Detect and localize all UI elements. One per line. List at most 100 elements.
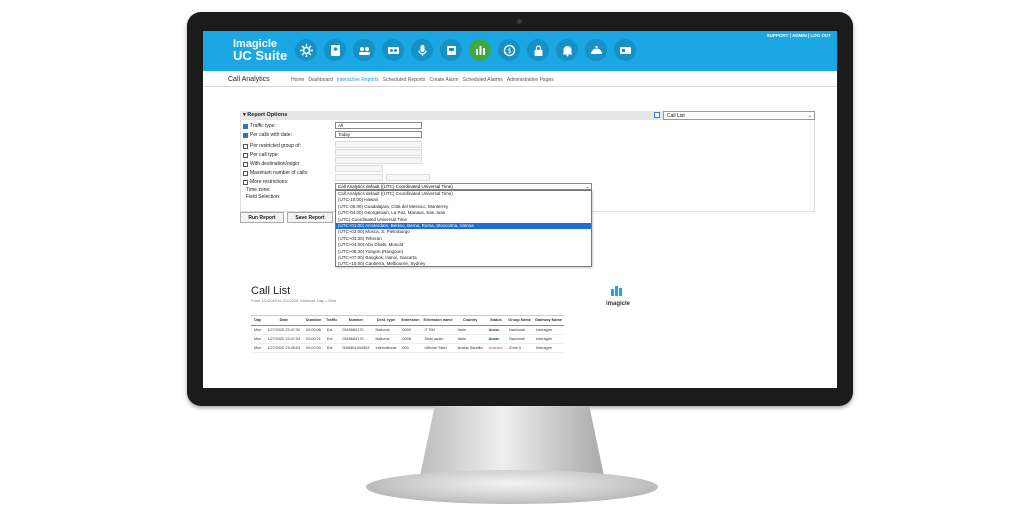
per-calls-label: Per calls with date: bbox=[250, 132, 292, 138]
call-type-checkbox[interactable] bbox=[243, 152, 248, 158]
brand-logo[interactable]: Imagicle UC Suite bbox=[233, 38, 287, 62]
table-cell: Ext. bbox=[323, 343, 340, 353]
nav-item-home[interactable]: Home bbox=[291, 77, 304, 83]
table-cell: 0088811494963 bbox=[339, 343, 373, 353]
nav-item-dashboard[interactable]: Dashboard bbox=[308, 77, 332, 83]
destination-label: With destination/origin: bbox=[250, 161, 301, 167]
nav-divider bbox=[203, 86, 837, 87]
svg-text:$: $ bbox=[507, 47, 511, 55]
fax-icon[interactable] bbox=[440, 39, 462, 61]
call-type-option[interactable]: Per call type: bbox=[243, 152, 279, 158]
table-cell: Mon bbox=[251, 334, 265, 344]
imagicle-logo: imagicle bbox=[603, 283, 633, 307]
contacts-icon[interactable] bbox=[324, 39, 346, 61]
max-calls-field-2 bbox=[386, 174, 430, 181]
table-cell: Unansw. bbox=[485, 343, 507, 353]
nav-item-interactive-reports[interactable]: Interactive Reports bbox=[337, 77, 379, 83]
nav-item-administrative-pages[interactable]: Administrative Pages bbox=[507, 77, 554, 83]
app-header: Imagicle UC Suite $ SUPPORT | ADMIN | LO… bbox=[203, 31, 837, 71]
table-cell: Mon bbox=[251, 343, 265, 353]
destination-option[interactable]: With destination/origin: bbox=[243, 161, 301, 167]
main-nav: Home Dashboard Interactive Reports Schedule… bbox=[291, 77, 554, 83]
column-header[interactable]: Dest. type bbox=[372, 315, 400, 326]
table-cell: National bbox=[372, 325, 400, 335]
traffic-type-checkbox[interactable] bbox=[243, 123, 248, 129]
voice-icon[interactable] bbox=[411, 39, 433, 61]
analytics-icon[interactable] bbox=[469, 39, 491, 61]
column-header[interactable]: Gateway Name bbox=[532, 315, 564, 326]
gear-icon[interactable] bbox=[295, 39, 317, 61]
table-cell: 0345684175 bbox=[339, 334, 373, 344]
billing-icon[interactable]: $ bbox=[498, 39, 520, 61]
attendant-icon[interactable] bbox=[353, 39, 375, 61]
lock-icon[interactable] bbox=[527, 39, 549, 61]
column-header[interactable]: Status bbox=[485, 315, 507, 326]
table-cell: Italia bbox=[454, 325, 486, 335]
save-report-button[interactable]: Save Report bbox=[287, 212, 333, 223]
restricted-group-checkbox[interactable] bbox=[243, 143, 248, 149]
table-cell: 00:00:00 bbox=[303, 343, 324, 353]
per-calls-option[interactable]: Per calls with date: bbox=[243, 132, 292, 138]
column-header[interactable]: Day bbox=[251, 315, 265, 326]
report-type-select[interactable]: Call List ⌄ bbox=[663, 111, 815, 120]
nav-item-scheduled-reports[interactable]: Scheduled Reports bbox=[383, 77, 426, 83]
table-cell: Interagire bbox=[532, 325, 564, 335]
more-restrictions-checkbox[interactable] bbox=[243, 179, 248, 185]
queue-icon[interactable] bbox=[585, 39, 607, 61]
table-cell: 1/27/2020 23:47:30 bbox=[264, 325, 304, 335]
call-list-table: Day Date Duration Traffic Number Dest. type Ex… bbox=[251, 315, 564, 353]
more-restrictions-option[interactable]: More restrictions: bbox=[243, 179, 288, 185]
per-calls-select[interactable]: Today bbox=[335, 131, 422, 138]
column-header[interactable]: Extension name bbox=[421, 315, 455, 326]
traffic-type-option[interactable]: Traffic type: bbox=[243, 123, 276, 129]
traffic-type-select[interactable]: All bbox=[335, 122, 422, 129]
table-cell: 0345684175 bbox=[339, 325, 373, 335]
restricted-group-field bbox=[335, 141, 422, 148]
report-select-checkbox[interactable] bbox=[654, 112, 660, 118]
column-header[interactable]: Number bbox=[339, 315, 373, 326]
nav-item-create-alarm[interactable]: Create Alarm bbox=[429, 77, 458, 83]
bell-icon[interactable] bbox=[556, 39, 578, 61]
destination-checkbox[interactable] bbox=[243, 161, 248, 167]
column-header[interactable]: Date bbox=[264, 315, 304, 326]
table-cell: Nazionali bbox=[506, 334, 533, 344]
messaging-icon[interactable] bbox=[614, 39, 636, 61]
table-cell: 1/27/2020 23:47:04 bbox=[264, 334, 304, 344]
restricted-group-option[interactable]: Per restricted group of: bbox=[243, 143, 301, 149]
field-selection-label: Field Selection: bbox=[246, 194, 281, 200]
header-links[interactable]: SUPPORT | ADMIN | LOG OUT bbox=[767, 33, 831, 38]
imagicle-logo-text: imagicle bbox=[605, 301, 630, 307]
column-header[interactable]: Duration bbox=[303, 315, 324, 326]
recording-icon[interactable] bbox=[382, 39, 404, 61]
table-cell: Answ. bbox=[485, 334, 507, 344]
table-cell: Sistri audio bbox=[421, 334, 455, 344]
monitor-base bbox=[366, 470, 658, 504]
column-header[interactable]: Extension bbox=[399, 315, 422, 326]
table-cell: Zone 5 bbox=[506, 343, 533, 353]
run-report-button[interactable]: Run Report bbox=[240, 212, 284, 223]
timezone-option[interactable]: (UTC+10:00) Canberra, Melbourne, Sydney bbox=[336, 261, 591, 267]
table-cell: 003 bbox=[399, 343, 422, 353]
per-calls-checkbox[interactable] bbox=[243, 132, 248, 138]
restricted-group-label: Per restricted group of: bbox=[250, 143, 301, 149]
column-header[interactable]: Traffic bbox=[323, 315, 340, 326]
table-row[interactable]: Mon 1/27/2020 23:47:30 00:00:06 Ext. 0345684… bbox=[251, 325, 564, 335]
table-row[interactable]: Mon 1/27/2020 23:47:04 00:00:21 Ext. 0345684… bbox=[251, 334, 564, 344]
table-cell: 0000 bbox=[399, 325, 422, 335]
max-calls-checkbox[interactable] bbox=[243, 170, 248, 176]
nav-item-scheduled-alarms[interactable]: Scheduled Alarms bbox=[463, 77, 503, 83]
timezone-select[interactable]: Call Analytics default ((UTC) Coordinate… bbox=[335, 183, 592, 190]
timezone-dropdown-list: Call Analytics default ((UTC) Coordinate… bbox=[335, 190, 592, 267]
table-cell: 1/27/2020 23:46:53 bbox=[264, 343, 304, 353]
table-row[interactable]: Mon 1/27/2020 23:46:53 00:00:00 Ext. 0088811… bbox=[251, 343, 564, 353]
column-header[interactable]: Country bbox=[454, 315, 486, 326]
chevron-down-icon: ⌄ bbox=[807, 113, 812, 119]
timezone-label: Time zone: bbox=[246, 187, 271, 193]
column-header[interactable]: Group Name bbox=[506, 315, 533, 326]
table-cell: IT RM bbox=[421, 325, 455, 335]
max-calls-option[interactable]: Maximum number of calls: bbox=[243, 170, 308, 176]
report-options-title: Report Options bbox=[247, 112, 288, 118]
table-cell: 00:00:06 bbox=[303, 325, 324, 335]
table-cell: Interagire bbox=[532, 343, 564, 353]
call-type-label: Per call type: bbox=[250, 152, 279, 158]
